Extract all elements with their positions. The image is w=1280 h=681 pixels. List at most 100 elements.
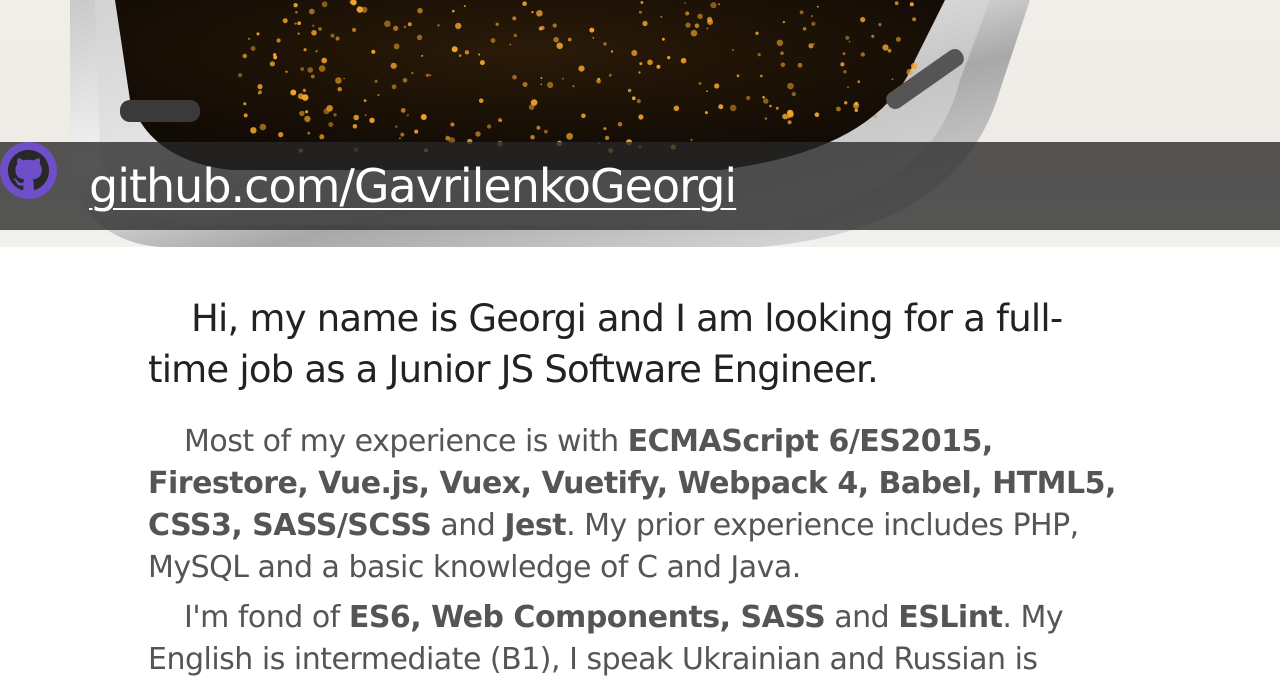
sparkle bbox=[337, 87, 342, 92]
sparkle bbox=[843, 70, 847, 74]
sparkle bbox=[617, 121, 623, 127]
sparkle bbox=[878, 23, 882, 27]
sparkle bbox=[887, 48, 892, 53]
sparkle bbox=[909, 2, 914, 7]
sparkle bbox=[297, 93, 304, 100]
sparkle bbox=[312, 24, 315, 27]
sparkle bbox=[687, 12, 689, 14]
sparkle bbox=[638, 10, 642, 14]
sparkle bbox=[906, 68, 913, 76]
github-icon[interactable] bbox=[0, 142, 73, 215]
sparkle bbox=[860, 52, 865, 57]
sparkle bbox=[490, 38, 496, 43]
sparkle bbox=[250, 46, 256, 51]
sparkle bbox=[636, 99, 641, 104]
sparkle bbox=[319, 134, 325, 140]
sparkle bbox=[697, 13, 703, 19]
sparkle bbox=[512, 74, 517, 80]
github-profile-link[interactable]: github.com/GavrilenkoGeorgi bbox=[89, 163, 737, 209]
sparkle bbox=[853, 102, 860, 109]
sparkle bbox=[335, 77, 342, 84]
sparkle bbox=[522, 82, 528, 87]
interests-items: ES6, Web Components, SASS bbox=[348, 600, 826, 635]
sparkle bbox=[522, 1, 527, 6]
sparkle bbox=[592, 37, 595, 39]
sparkle bbox=[299, 110, 305, 117]
sparkle bbox=[352, 27, 357, 32]
sparkle bbox=[425, 73, 430, 78]
sparkle bbox=[572, 85, 575, 88]
sparkle bbox=[321, 1, 328, 8]
experience-last-skill: Jest bbox=[504, 508, 567, 543]
sparkle bbox=[450, 122, 455, 127]
sparkle bbox=[393, 43, 400, 50]
sparkle bbox=[273, 53, 277, 57]
sparkle bbox=[729, 104, 737, 112]
sparkle bbox=[684, 2, 686, 4]
sparkle bbox=[335, 36, 340, 41]
sparkle bbox=[690, 29, 698, 37]
sparkle bbox=[321, 57, 328, 64]
sparkle bbox=[326, 105, 334, 112]
sparkle bbox=[639, 62, 643, 66]
sparkle bbox=[391, 84, 397, 90]
sparkle bbox=[302, 88, 307, 93]
sparkle bbox=[544, 129, 548, 134]
sparkle bbox=[475, 131, 481, 137]
sparkle bbox=[597, 77, 601, 81]
sparkle bbox=[799, 10, 804, 15]
sparkle bbox=[811, 21, 816, 26]
sparkle bbox=[406, 114, 409, 117]
sparkle bbox=[437, 24, 440, 27]
sparkle bbox=[836, 106, 841, 112]
sparkle bbox=[278, 132, 284, 138]
sparkle bbox=[403, 25, 407, 29]
sparkle bbox=[318, 65, 326, 72]
sparkle bbox=[311, 30, 317, 36]
sparkle bbox=[882, 44, 889, 51]
github-banner: github.com/GavrilenkoGeorgi bbox=[0, 142, 1280, 230]
sparkle bbox=[369, 117, 375, 124]
sparkle bbox=[776, 39, 784, 46]
sparkle bbox=[297, 32, 300, 35]
sparkle bbox=[540, 77, 543, 79]
sparkle bbox=[706, 27, 709, 30]
sparkle bbox=[566, 132, 573, 140]
interests-paragraph: I'm fond of ES6, Web Components, SASS an… bbox=[148, 597, 1132, 681]
sparkle bbox=[478, 53, 481, 56]
sparkle bbox=[294, 22, 297, 25]
sparkle bbox=[463, 5, 466, 8]
sparkle bbox=[407, 22, 412, 27]
sparkle bbox=[631, 96, 636, 101]
sparkle bbox=[400, 132, 405, 137]
sparkle bbox=[429, 74, 432, 77]
sparkle bbox=[840, 62, 845, 67]
sparkle bbox=[393, 25, 399, 31]
sparkle bbox=[308, 8, 315, 15]
sparkle bbox=[269, 61, 275, 67]
sparkle bbox=[718, 3, 721, 6]
sparkle bbox=[755, 31, 759, 35]
sparkle bbox=[238, 73, 243, 78]
sparkle bbox=[704, 111, 708, 115]
sparkle bbox=[718, 104, 724, 110]
sparkle bbox=[757, 53, 761, 57]
sparkle bbox=[540, 83, 543, 86]
sparkle bbox=[844, 101, 848, 105]
sparkle bbox=[495, 22, 499, 26]
sparkle bbox=[714, 83, 720, 89]
sparkle bbox=[300, 67, 305, 71]
sparkle bbox=[363, 99, 367, 102]
sparkle bbox=[318, 27, 322, 31]
sparkle bbox=[417, 7, 423, 14]
sparkle bbox=[780, 51, 784, 55]
sparkle bbox=[330, 33, 335, 38]
sparkle bbox=[276, 38, 281, 43]
sparkle bbox=[328, 122, 334, 127]
interests-lead: I'm fond of bbox=[184, 600, 349, 635]
sparkle bbox=[293, 2, 298, 8]
sparkle bbox=[581, 113, 586, 119]
sparkle bbox=[538, 26, 543, 31]
sparkle bbox=[786, 109, 794, 117]
sparkle bbox=[787, 115, 790, 119]
